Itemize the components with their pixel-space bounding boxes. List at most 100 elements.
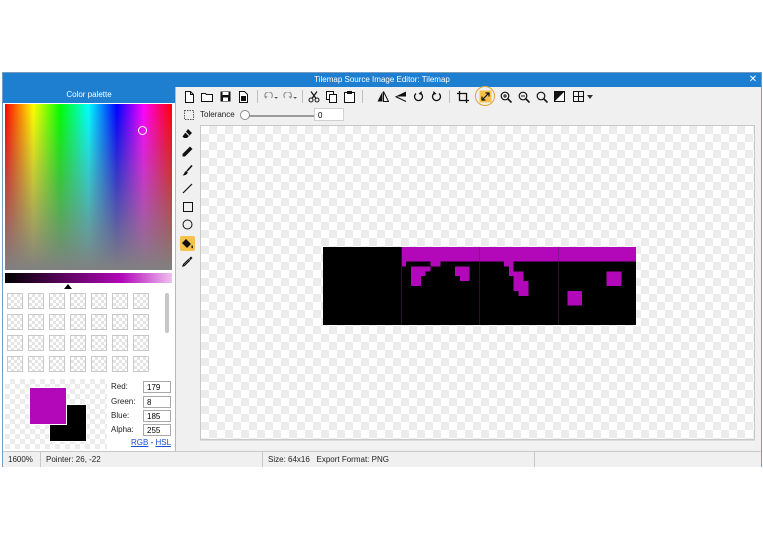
save-as-button[interactable] [236,89,251,104]
zoom-fit-button[interactable] [534,89,549,104]
new-file-button[interactable] [182,89,197,104]
palette-swatch[interactable] [28,335,44,351]
tilemap-image[interactable] [323,246,636,326]
palette-swatch[interactable] [7,356,23,372]
brush-tool[interactable] [180,163,195,178]
pencil-tool[interactable] [180,144,195,159]
redo-button[interactable] [282,89,297,104]
tolerance-label: Tolerance [200,110,235,119]
palette-swatch[interactable] [112,314,128,330]
zoom-level: 1600% [3,452,41,467]
color-picker-tool[interactable] [180,254,195,269]
primary-color-swatch[interactable] [29,387,67,425]
scissors-icon [308,90,319,102]
palette-swatch[interactable] [91,335,107,351]
green-label: Green: [111,397,136,406]
export-format: Export Format: PNG [316,455,389,464]
line-tool[interactable] [180,181,195,196]
accent-pixel [503,261,514,267]
contrast-icon [554,91,565,102]
tile-divider [401,246,402,326]
palette-swatch[interactable] [70,293,86,309]
palette-swatch[interactable] [70,335,86,351]
alpha-input[interactable]: 255 [143,424,171,436]
tolerance-value[interactable]: 0 [314,108,344,121]
image-size: Size: 64x16 [268,455,310,464]
background-toggle-button[interactable] [552,89,567,104]
paint-bucket-icon [181,238,193,248]
blue-input[interactable]: 185 [143,410,171,422]
tolerance-slider-track[interactable] [244,115,314,117]
open-folder-button[interactable] [199,89,214,104]
swatch-scrollbar[interactable] [165,293,169,333]
image-canvas[interactable] [200,125,755,440]
palette-swatch[interactable] [28,293,44,309]
grid-icon [572,91,584,102]
palette-swatch[interactable] [49,335,65,351]
close-button[interactable]: ✕ [747,73,759,87]
new-file-icon [185,90,194,103]
copy-button[interactable] [324,89,339,104]
flip-vertical-button[interactable] [393,89,408,104]
palette-swatch[interactable] [28,356,44,372]
accent-pixel [567,290,583,296]
tile-top-band [401,246,636,262]
palette-swatch[interactable] [49,293,65,309]
zoom-out-button[interactable] [516,89,531,104]
lightness-marker[interactable] [64,284,72,289]
resize-button[interactable] [475,86,495,106]
undo-button[interactable] [263,89,278,104]
fill-bucket-tool[interactable] [180,236,195,251]
accent-pixel [430,261,441,267]
color-spectrum[interactable] [5,104,172,270]
palette-swatch[interactable] [49,314,65,330]
swatch-grid [7,293,157,375]
rotate-right-button[interactable] [429,89,444,104]
blue-label: Blue: [111,411,130,420]
ellipse-tool[interactable] [180,217,195,232]
rotate-left-button[interactable] [411,89,426,104]
rectangle-tool[interactable] [180,199,195,214]
green-input[interactable]: 8 [143,396,171,408]
palette-swatch[interactable] [112,356,128,372]
palette-swatch[interactable] [112,335,128,351]
cut-button[interactable] [306,89,321,104]
palette-swatch[interactable] [133,314,149,330]
spectrum-cursor[interactable] [138,126,147,135]
palette-swatch[interactable] [91,293,107,309]
rectangle-icon [182,201,193,212]
horizontal-scrollbar[interactable] [200,440,755,449]
palette-swatch[interactable] [49,356,65,372]
accent-pixel [411,271,426,277]
crop-button[interactable] [455,89,470,104]
palette-swatch[interactable] [91,356,107,372]
palette-swatch[interactable] [70,314,86,330]
grid-dropdown-button[interactable] [586,89,594,104]
palette-swatch[interactable] [133,293,149,309]
paste-button[interactable] [342,89,357,104]
palette-swatch[interactable] [70,356,86,372]
status-bar: 1600% Pointer: 26, -22 Size: 64x16 Expor… [3,451,761,467]
chevron-down-icon [587,94,593,99]
palette-swatch[interactable] [133,335,149,351]
lightness-slider[interactable] [5,273,172,283]
palette-swatch[interactable] [133,356,149,372]
tile-divider [557,246,559,326]
red-input[interactable]: 179 [143,381,171,393]
palette-swatch[interactable] [7,335,23,351]
palette-swatch[interactable] [7,314,23,330]
tolerance-slider-knob[interactable] [240,110,250,120]
zoom-in-button[interactable] [498,89,513,104]
accent-pixel [508,271,524,277]
hsl-mode-link[interactable]: HSL [155,438,171,447]
palette-swatch[interactable] [7,293,23,309]
palette-swatch[interactable] [28,314,44,330]
save-button[interactable] [218,89,233,104]
toolbar-separator [449,90,450,103]
palette-swatch[interactable] [112,293,128,309]
rgb-mode-link[interactable]: RGB [131,438,148,447]
eraser-tool[interactable] [180,126,195,141]
flip-horizontal-button[interactable] [375,89,390,104]
palette-swatch[interactable] [91,314,107,330]
grid-button[interactable] [571,89,586,104]
